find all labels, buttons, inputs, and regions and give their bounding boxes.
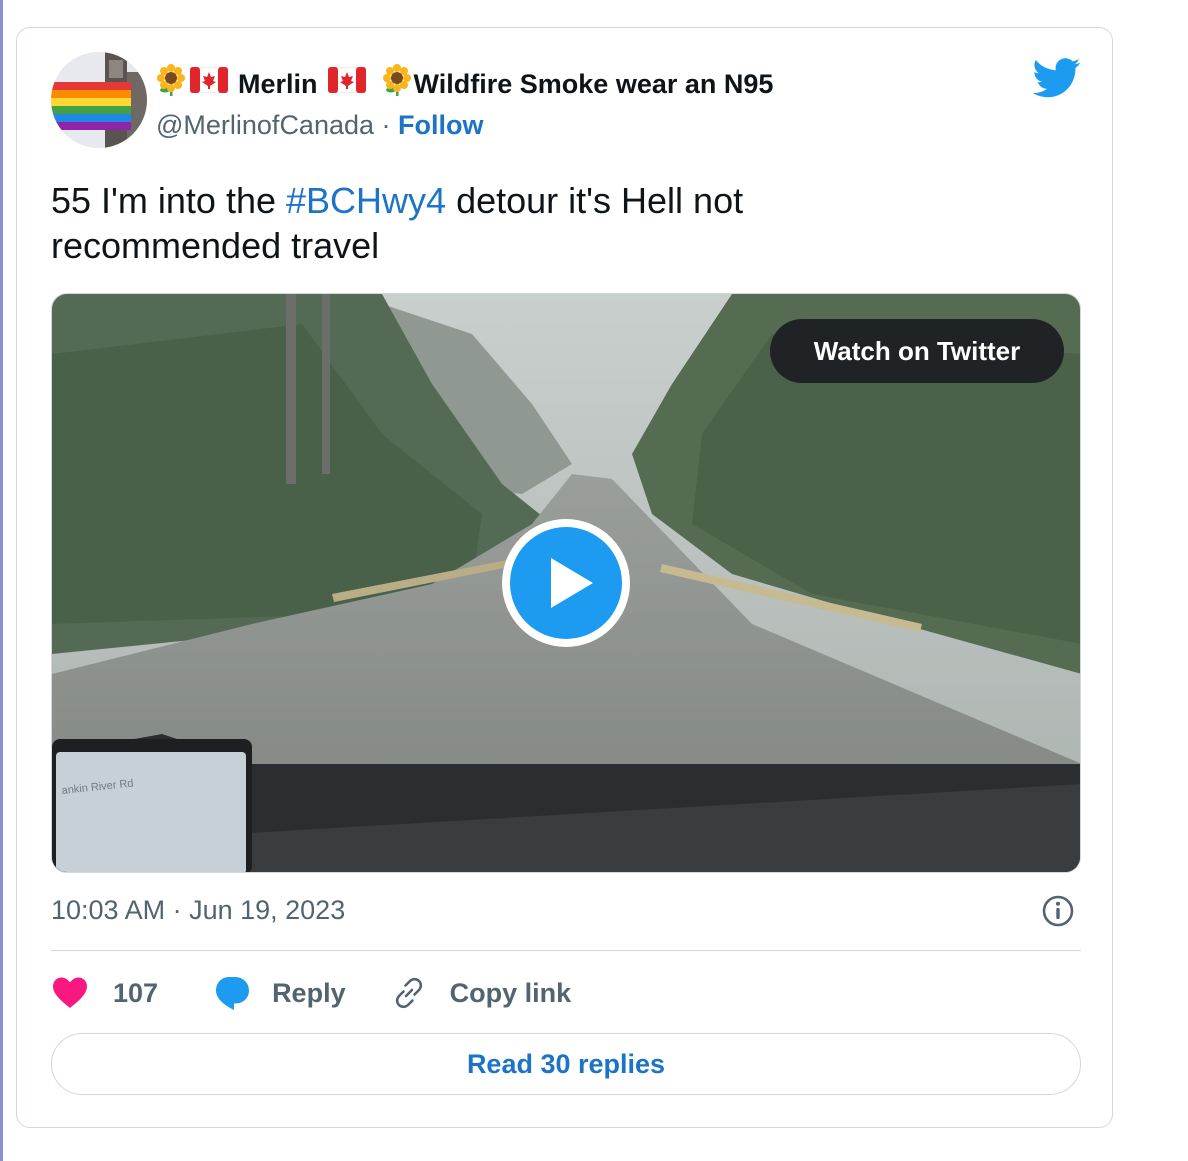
like-count: 107 [113, 977, 159, 1008]
tweet-text-start: 55 I'm into the [51, 180, 287, 221]
link-icon [395, 977, 422, 1009]
heart-icon [53, 977, 87, 1008]
copy-link-label: Copy link [449, 977, 572, 1008]
tweet-timestamp[interactable]: 10:03 AM · Jun 19, 2023 [51, 893, 345, 927]
display-name-part-2: Wildfire Smoke wear an N95 [413, 68, 774, 99]
play-icon[interactable] [499, 516, 633, 650]
twitter-logo-icon[interactable] [1033, 58, 1081, 98]
watch-on-twitter-button[interactable]: Watch on Twitter [770, 319, 1064, 383]
sunflower-icon [156, 64, 186, 103]
like-action[interactable]: 107 [51, 976, 158, 1010]
author-handle-row: @MerlinofCanada · Follow [156, 108, 484, 142]
tweet-text: 55 I'm into the #BCHwy4 detour it's Hell… [51, 178, 951, 268]
sunflower-icon [382, 64, 412, 103]
author-handle[interactable]: @MerlinofCanada [156, 110, 374, 140]
info-icon[interactable] [1041, 894, 1075, 928]
canada-flag-icon [327, 66, 367, 100]
canada-flag-icon [189, 66, 229, 100]
handle-separator: · [374, 110, 399, 140]
reply-label: Reply [272, 977, 346, 1008]
display-name-part-1: Merlin [238, 68, 318, 99]
copy-link-action[interactable]: Copy link [392, 976, 572, 1010]
tweet-actions: 107 Reply Copy link [51, 973, 571, 1013]
reply-icon [216, 977, 250, 1010]
follow-link[interactable]: Follow [398, 110, 483, 140]
page-left-border [0, 0, 3, 1161]
reply-action[interactable]: Reply [214, 975, 346, 1011]
tweet-divider [51, 950, 1081, 951]
author-name[interactable]: Merlin Wildfire Smoke wear an N95 [156, 64, 773, 103]
embedded-tweet-card: Merlin Wildfire Smoke wear an N95 @Merli… [16, 27, 1113, 1128]
video-thumbnail[interactable]: ankin River Rd Watch on Twitter [51, 293, 1081, 873]
read-replies-button[interactable]: Read 30 replies [51, 1033, 1081, 1095]
author-avatar[interactable] [51, 52, 147, 148]
hashtag-link[interactable]: #BCHwy4 [286, 180, 446, 221]
